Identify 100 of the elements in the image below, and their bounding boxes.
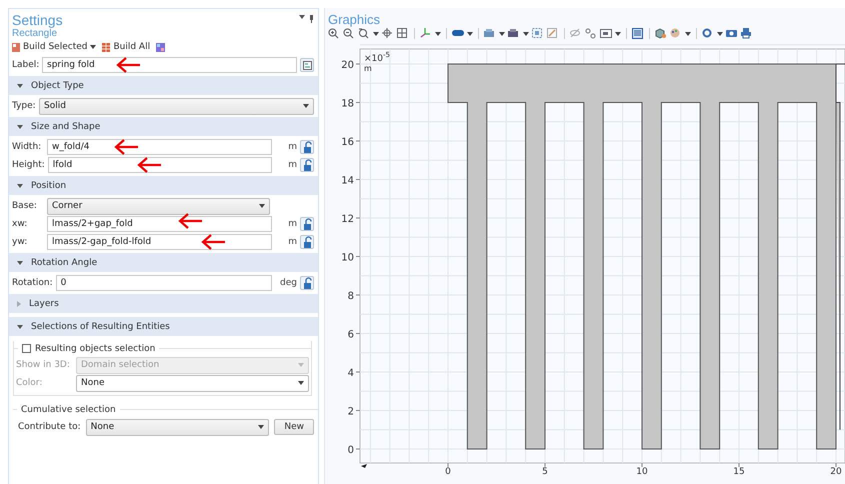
input-field[interactable]: lfold	[48, 157, 272, 173]
caret-icon	[303, 104, 309, 108]
label-field[interactable]: spring fold	[42, 57, 297, 73]
y-tick-label: 12	[341, 214, 354, 225]
field-label: Label:	[12, 60, 39, 70]
field-label: yw:	[12, 237, 28, 247]
lock-button[interactable]	[300, 140, 314, 154]
dropdown: Domain selection	[76, 356, 309, 374]
text-edit-button[interactable]	[300, 58, 314, 72]
padlock-icon	[302, 218, 312, 230]
padlock-icon	[302, 236, 312, 248]
dropdown[interactable]: Solid	[39, 98, 314, 114]
render-icon[interactable]	[484, 28, 496, 39]
printer-icon[interactable]	[741, 28, 753, 39]
y-tick-label: 20	[341, 60, 354, 71]
camera-icon[interactable]	[726, 28, 738, 39]
lock-button[interactable]	[300, 217, 314, 231]
x-tick-label: 20	[830, 467, 842, 475]
lock-button[interactable]	[300, 235, 314, 249]
y-tick-label: 10	[341, 252, 354, 264]
build-icon	[12, 42, 20, 52]
nodes-icon[interactable]	[585, 28, 597, 39]
caret-icon	[373, 32, 379, 36]
zoom-box-icon[interactable]	[358, 28, 370, 39]
build-all-button[interactable]: Build All	[102, 42, 150, 52]
caret-icon	[298, 363, 304, 367]
dropdown[interactable]: None	[86, 418, 270, 436]
caret-icon	[499, 32, 505, 36]
panel-title: Graphics	[327, 11, 380, 27]
caret-icon	[258, 425, 264, 429]
unit-label: m	[287, 142, 297, 152]
caret-icon	[615, 32, 621, 36]
axis-scale-label: ×10$^{-5}$	[364, 51, 390, 64]
unit-label: m	[287, 160, 297, 170]
x-tick-label: 15	[733, 467, 745, 475]
field-label: Rotation:	[12, 278, 53, 288]
input-field[interactable]: lmass/2+gap_fold	[47, 216, 272, 232]
caret-icon	[90, 45, 96, 49]
caret-icon[interactable]	[299, 15, 305, 19]
x-tick-label: 5	[542, 467, 548, 475]
select-box-icon[interactable]	[532, 28, 544, 39]
zoom-out-icon[interactable]	[343, 28, 355, 39]
field-label: Width:	[12, 142, 42, 152]
field-label: Type:	[12, 101, 36, 111]
caret-icon	[467, 32, 473, 36]
input-field[interactable]: 0	[56, 275, 272, 291]
checkbox-label: Resulting objects selection	[35, 344, 156, 354]
cube-icon[interactable]	[655, 28, 667, 39]
padlock-icon	[302, 277, 312, 289]
axis-unit-label: m	[364, 64, 372, 73]
field-label: xw:	[12, 219, 28, 229]
y-tick-label: 16	[341, 137, 354, 148]
caret-icon	[259, 204, 265, 208]
field-label: Contribute to:	[18, 422, 81, 432]
caret-icon	[717, 32, 723, 36]
field-label: Base:	[12, 201, 38, 211]
unit-label: deg	[279, 278, 297, 288]
dropdown[interactable]: None	[76, 374, 309, 392]
input-field[interactable]: lmass/2-gap_fold-lfold	[47, 234, 272, 250]
lock-button[interactable]	[300, 276, 314, 290]
y-tick-label: 14	[341, 176, 354, 186]
y-tick-label: 4	[348, 368, 354, 379]
section-title: Size and Shape	[31, 122, 100, 132]
window-icon[interactable]	[600, 28, 612, 39]
section-title: Selections of Resulting Entities	[31, 322, 170, 332]
unit-label: m	[287, 219, 297, 229]
field-label: Height:	[12, 160, 45, 170]
section-title: Layers	[29, 298, 59, 308]
caret-icon	[685, 32, 691, 36]
y-tick-label: 2	[348, 406, 354, 418]
pin-icon[interactable]	[309, 15, 314, 23]
build-preceding-icon[interactable]	[156, 42, 166, 52]
y-tick-label: 18	[341, 98, 354, 110]
build-selected-button[interactable]: Build Selected	[12, 42, 96, 52]
section-title: Position	[31, 180, 66, 190]
y-tick-label: 6	[348, 330, 354, 340]
crosshair-icon[interactable]	[382, 28, 394, 39]
lock-button[interactable]	[300, 158, 314, 172]
input-field[interactable]: w_fold/4	[47, 139, 272, 155]
caret-icon	[435, 32, 441, 36]
geometry-drawing[interactable]	[448, 64, 845, 450]
padlock-icon	[302, 141, 312, 153]
axes-icon[interactable]	[420, 28, 432, 39]
table-icon[interactable]	[632, 28, 644, 39]
grid-icon[interactable]	[397, 28, 409, 39]
section-title: Rotation Angle	[31, 258, 98, 268]
x-tick-label: 10	[636, 467, 648, 475]
x-tick-label: 0	[445, 467, 451, 475]
padlock-icon	[302, 159, 312, 171]
zoom-in-icon[interactable]	[328, 28, 340, 39]
y-tick-label: 0	[348, 445, 354, 456]
build-icon	[102, 42, 110, 52]
checkbox[interactable]	[22, 344, 31, 353]
palette-icon[interactable]	[670, 28, 682, 39]
panel-title: Settings	[11, 11, 63, 28]
new-button[interactable]: New	[274, 419, 314, 435]
caret-icon	[523, 32, 529, 36]
y-tick-label: 8	[348, 291, 354, 302]
node-subtitle: Rectangle	[11, 28, 58, 39]
dropdown[interactable]: Corner	[47, 198, 270, 214]
